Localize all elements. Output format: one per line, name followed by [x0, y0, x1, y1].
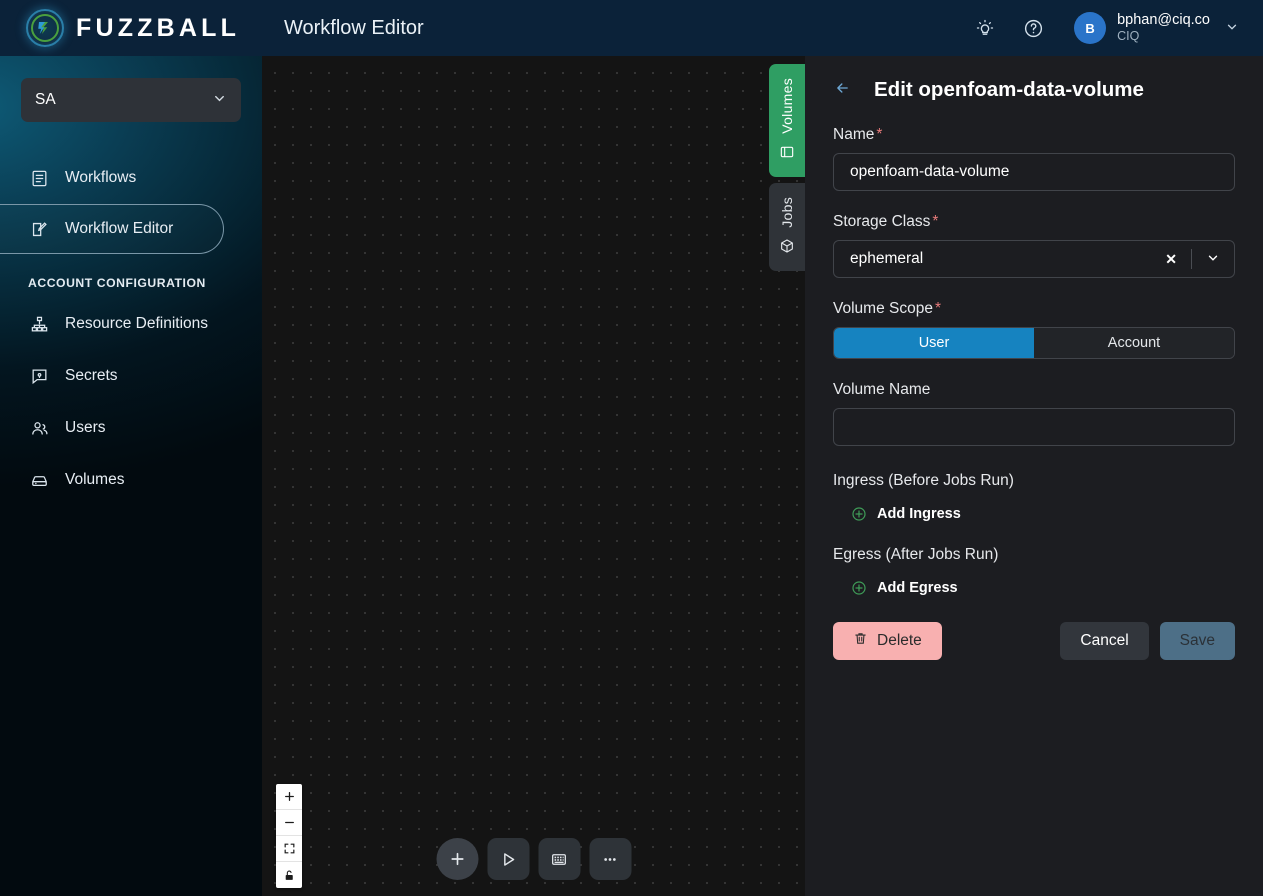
- save-button[interactable]: Save: [1159, 622, 1235, 660]
- user-org: CIQ: [1117, 29, 1140, 44]
- delete-button[interactable]: Delete: [833, 622, 942, 660]
- right-actions: Cancel Save: [1060, 622, 1235, 660]
- brand-name: FUZZBALL: [76, 13, 241, 42]
- panel-actions: Delete Cancel Save: [833, 622, 1235, 660]
- top-bar: FUZZBALL Workflow Editor B bphan@ciq.co …: [0, 0, 1263, 56]
- sidebar-item-resource-definitions[interactable]: Resource Definitions: [0, 298, 262, 350]
- plus-circle-icon: [851, 580, 867, 596]
- scope-option-user[interactable]: User: [834, 328, 1034, 358]
- volume-scope-label: Volume Scope *: [833, 300, 1235, 318]
- sidebar-item-workflow-editor[interactable]: Workflow Editor: [0, 204, 224, 254]
- name-input[interactable]: [833, 153, 1235, 191]
- trash-icon: [853, 631, 868, 651]
- grid-layout-button[interactable]: [538, 838, 580, 880]
- ingress-section-label: Ingress (Before Jobs Run): [833, 472, 1014, 489]
- close-icon[interactable]: ✕: [1151, 251, 1191, 268]
- edit-volume-panel: Edit openfoam-data-volume Name* Storage …: [805, 56, 1263, 896]
- avatar: B: [1074, 12, 1107, 44]
- volume-scope-label-text: Volume Scope: [833, 300, 933, 317]
- name-label-text: Name: [833, 126, 875, 143]
- sidebar-item-label: Secrets: [65, 367, 118, 384]
- delete-label: Delete: [877, 632, 922, 649]
- body-row: SA Workflows Workflow Editor ACCOUNT CON…: [0, 56, 1263, 896]
- account-select[interactable]: SA: [21, 78, 241, 122]
- zoom-out-button[interactable]: [276, 810, 302, 836]
- lock-button[interactable]: [276, 862, 302, 888]
- storage-class-select[interactable]: ephemeral ✕: [833, 240, 1235, 278]
- add-node-button[interactable]: [436, 838, 478, 880]
- sidebar-item-users[interactable]: Users: [0, 402, 262, 454]
- sidebar-item-label: Users: [65, 419, 106, 436]
- add-ingress-label: Add Ingress: [877, 506, 961, 522]
- required-marker: *: [932, 213, 939, 230]
- users-icon: [28, 419, 50, 438]
- page-title: Workflow Editor: [284, 16, 424, 39]
- edit-square-icon: [28, 220, 50, 239]
- storage-class-value: ephemeral: [850, 250, 924, 267]
- sidebar-item-secrets[interactable]: Secrets: [0, 350, 262, 402]
- required-marker: *: [934, 300, 942, 317]
- run-workflow-button[interactable]: [487, 838, 529, 880]
- sidebar-item-label: Resource Definitions: [65, 315, 209, 332]
- brand-area[interactable]: FUZZBALL: [0, 0, 262, 56]
- storage-class-label-text: Storage Class: [833, 213, 931, 230]
- top-bar-actions: B bphan@ciq.co CIQ: [972, 12, 1239, 44]
- sidebar: SA Workflows Workflow Editor ACCOUNT CON…: [0, 56, 262, 896]
- egress-section-label: Egress (After Jobs Run): [833, 546, 999, 563]
- add-egress-label: Add Egress: [877, 580, 958, 596]
- side-tab-label: Volumes: [779, 78, 795, 134]
- user-meta: bphan@ciq.co CIQ: [1117, 12, 1210, 43]
- fuzzball-logo-icon: [26, 9, 64, 47]
- chevron-down-icon: [1225, 20, 1239, 37]
- app-root: FUZZBALL Workflow Editor B bphan@ciq.co …: [0, 0, 1263, 896]
- side-tab-label: Jobs: [779, 196, 795, 228]
- panel-header: Edit openfoam-data-volume: [833, 78, 1235, 102]
- drive-icon: [28, 471, 50, 490]
- volume-scope-toggle: User Account: [833, 327, 1235, 359]
- side-tab-volumes[interactable]: Volumes: [769, 64, 805, 177]
- arrow-left-icon[interactable]: [833, 80, 852, 100]
- zoom-controls: [276, 784, 302, 888]
- name-label: Name *: [833, 126, 1235, 144]
- workflow-canvas[interactable]: prepare-motorbike-casetup-blockmesh-deco…: [262, 56, 805, 896]
- account-select-value: SA: [35, 91, 56, 108]
- scope-option-account[interactable]: Account: [1034, 328, 1234, 358]
- sitemap-icon: [28, 315, 50, 334]
- user-menu[interactable]: B bphan@ciq.co CIQ: [1074, 12, 1239, 44]
- volume-icon: [779, 144, 795, 163]
- add-egress-button[interactable]: Add Egress: [833, 580, 1235, 596]
- volume-name-input[interactable]: [833, 408, 1235, 446]
- secret-badge-icon: [28, 367, 50, 386]
- cancel-button[interactable]: Cancel: [1060, 622, 1149, 660]
- job-cube-icon: [779, 238, 795, 257]
- canvas-toolbar: [436, 838, 631, 880]
- fit-view-button[interactable]: [276, 836, 302, 862]
- chevron-down-icon: [212, 91, 227, 109]
- more-options-button[interactable]: [589, 838, 631, 880]
- chevron-down-icon[interactable]: [1192, 251, 1234, 268]
- panel-title: Edit openfoam-data-volume: [874, 78, 1144, 101]
- list-document-icon: [28, 169, 50, 188]
- required-marker: *: [876, 126, 883, 143]
- lightbulb-icon[interactable]: [972, 15, 998, 41]
- help-circle-icon[interactable]: [1020, 15, 1046, 41]
- sidebar-item-volumes[interactable]: Volumes: [0, 454, 262, 506]
- sidebar-item-label: Workflow Editor: [65, 220, 174, 237]
- sidebar-item-workflows[interactable]: Workflows: [0, 152, 262, 204]
- side-tab-jobs[interactable]: Jobs: [769, 182, 805, 271]
- canvas-side-tabs: Volumes Jobs: [769, 64, 805, 271]
- flow-node-layer: prepare-motorbike-casetup-blockmesh-deco…: [262, 56, 805, 896]
- volume-name-label: Volume Name: [833, 381, 931, 398]
- storage-class-label: Storage Class *: [833, 213, 1235, 231]
- sidebar-section-title: ACCOUNT CONFIGURATION: [28, 276, 206, 290]
- sidebar-item-label: Workflows: [65, 169, 137, 186]
- sidebar-item-label: Volumes: [65, 471, 125, 488]
- add-ingress-button[interactable]: Add Ingress: [833, 506, 1235, 522]
- zoom-in-button[interactable]: [276, 784, 302, 810]
- user-email: bphan@ciq.co: [1117, 12, 1210, 29]
- plus-circle-icon: [851, 506, 867, 522]
- top-bar-main: Workflow Editor B bphan@ciq.co CIQ: [262, 0, 1263, 56]
